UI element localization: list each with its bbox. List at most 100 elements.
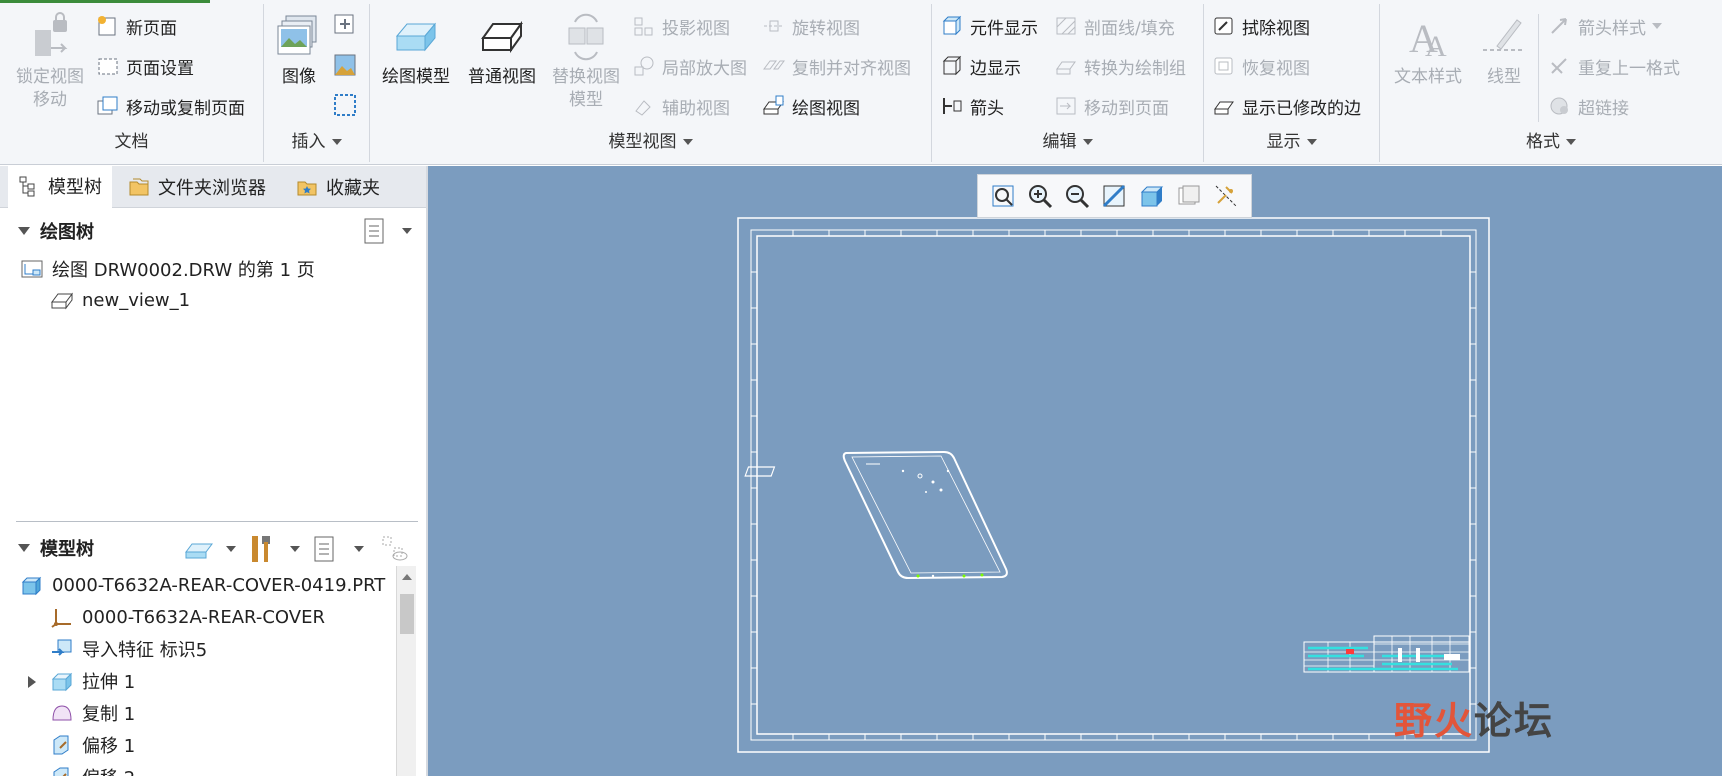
chevron-down-icon — [682, 139, 693, 145]
scrollbar-thumb[interactable] — [400, 594, 414, 634]
model-tree-copy[interactable]: 复制 1 — [50, 698, 135, 728]
model-tree-scrollbar[interactable] — [396, 566, 416, 776]
drawing-tree-item-view[interactable]: new_view_1 — [50, 285, 190, 315]
collapse-icon — [18, 544, 30, 552]
copy-align-view-button[interactable]: 复制并对齐视图 — [762, 52, 911, 80]
offset-icon — [53, 767, 69, 776]
zoom-in-icon[interactable] — [1027, 183, 1053, 209]
tools-icon[interactable] — [248, 534, 276, 564]
refit-icon[interactable] — [990, 183, 1016, 209]
model-tree-root[interactable]: 0000-T6632A-REAR-COVER-0419.PRT — [20, 570, 385, 600]
move-to-page-icon — [1056, 97, 1076, 115]
drawing-tree-header[interactable]: 绘图树 — [18, 216, 94, 246]
tab-model-tree[interactable]: 模型树 — [8, 166, 112, 208]
group-document: 锁定视图 移动 新页面 页面设置 移动或复制页面 文档 — [0, 4, 264, 162]
tree-settings-icon[interactable] — [362, 216, 388, 246]
part-view[interactable] — [744, 450, 1008, 580]
ribbon: 锁定视图 移动 新页面 页面设置 移动或复制页面 文档 图像 插入 绘图模型 普… — [0, 0, 1722, 165]
general-view-button[interactable]: 普通视图 — [462, 12, 542, 89]
title-block[interactable] — [1303, 635, 1470, 673]
arrow-style-button[interactable]: 箭头样式 — [1548, 12, 1662, 40]
chevron-down-icon[interactable] — [402, 228, 412, 234]
group-label-model-views[interactable]: 模型视图 — [370, 127, 931, 152]
new-page-icon — [98, 16, 116, 36]
panel-splitter[interactable] — [16, 521, 418, 522]
collapse-icon — [18, 227, 30, 235]
component-display-button[interactable]: 元件显示 — [940, 12, 1038, 40]
tree-settings-icon[interactable] — [312, 534, 338, 564]
datum-display-icon[interactable] — [1213, 183, 1239, 209]
model-tree-import-feature[interactable]: 导入特征 标识5 — [50, 634, 207, 664]
model-tree-header[interactable]: 模型树 — [18, 533, 94, 563]
graphics-area[interactable] — [428, 166, 1722, 776]
model-tree-offset-1[interactable]: 偏移 1 — [50, 730, 135, 760]
group-label-display[interactable]: 显示 — [1204, 127, 1379, 152]
group-label-insert[interactable]: 插入 — [264, 127, 369, 152]
copy-align-view-icon — [763, 60, 785, 70]
resume-view-button[interactable]: 恢复视图 — [1212, 52, 1310, 80]
chevron-down-icon[interactable] — [290, 546, 300, 552]
image-button[interactable]: 图像 — [268, 12, 330, 89]
page-setup-button[interactable]: 页面设置 — [96, 52, 194, 80]
model-tree-csys[interactable]: 0000-T6632A-REAR-COVER — [50, 602, 325, 632]
drawing-sheet[interactable] — [428, 166, 1722, 776]
line-style-button[interactable]: 线型 — [1472, 12, 1536, 89]
revolved-view-button[interactable]: 旋转视图 — [762, 12, 860, 40]
show-modified-edges-button[interactable]: 显示已修改的边 — [1212, 92, 1361, 120]
chevron-down-icon[interactable] — [354, 546, 364, 552]
offset-icon — [53, 735, 69, 755]
arrow-style-icon — [1551, 18, 1567, 34]
expand-icon[interactable] — [28, 676, 36, 688]
sheet-layers-icon[interactable] — [1176, 183, 1202, 209]
zoom-out-icon[interactable] — [1064, 183, 1090, 209]
general-view-icon — [51, 292, 73, 310]
replace-view-model-button[interactable]: 替换视图 模型 — [546, 12, 626, 112]
panel-tabs: 模型树 文件夹浏览器 收藏夹 — [0, 166, 426, 208]
active-tab-indicator — [0, 0, 210, 3]
component-display-icon — [942, 15, 962, 36]
model-tree-offset-2[interactable]: 偏移 2 — [50, 762, 135, 776]
model-tree-extrude[interactable]: 拉伸 1 — [50, 666, 135, 696]
show-hidden-icon[interactable] — [380, 534, 410, 564]
drawing-tree-item-page[interactable]: 绘图 DRW0002.DRW 的第 1 页 — [20, 254, 315, 284]
resume-view-icon — [1214, 57, 1233, 75]
repaint-icon[interactable] — [1101, 183, 1127, 209]
projection-view-button[interactable]: 投影视图 — [632, 12, 730, 40]
frame-zone-ticks — [751, 230, 1476, 740]
text-style-button[interactable]: A A 文本样式 — [1388, 12, 1468, 89]
edge-display-button[interactable]: 边显示 — [940, 52, 1021, 80]
lock-view-move-button[interactable]: 锁定视图 移动 — [10, 12, 90, 112]
new-page-button[interactable]: 新页面 — [96, 12, 177, 40]
detailed-view-icon — [634, 56, 654, 76]
group-label-edit[interactable]: 编辑 — [932, 127, 1203, 152]
move-to-page-button[interactable]: 移动到页面 — [1054, 92, 1169, 120]
detailed-view-button[interactable]: 局部放大图 — [632, 52, 747, 80]
arrow-button[interactable]: 箭头 — [940, 92, 1004, 120]
scroll-up-icon[interactable] — [402, 574, 412, 580]
repeat-last-format-button[interactable]: 重复上一格式 — [1548, 52, 1680, 80]
tab-favorites[interactable]: 收藏夹 — [286, 166, 390, 208]
convert-draw-group-button[interactable]: 转换为绘制组 — [1054, 52, 1186, 80]
chevron-down-icon[interactable] — [226, 546, 236, 552]
insert-frame-icon[interactable] — [332, 92, 358, 118]
hatch-fill-button[interactable]: 剖面线/填充 — [1054, 12, 1175, 40]
graphics-toolbar — [977, 174, 1252, 218]
drawing-page-icon — [21, 260, 43, 278]
erase-view-button[interactable]: 拭除视图 — [1212, 12, 1310, 40]
display-style-icon[interactable] — [1139, 183, 1165, 209]
model-display-icon[interactable] — [182, 536, 214, 562]
line-style-icon — [1483, 19, 1525, 51]
hyperlink-button[interactable]: 超链接 — [1548, 92, 1629, 120]
group-label-format[interactable]: 格式 — [1380, 127, 1722, 152]
move-copy-page-icon — [97, 96, 118, 115]
hatch-icon — [1056, 17, 1076, 35]
text-style-icon: A A — [1409, 16, 1447, 62]
projection-view-icon — [634, 17, 653, 36]
drawing-model-button[interactable]: 绘图模型 — [376, 12, 456, 89]
insert-picture-icon[interactable] — [332, 52, 358, 78]
move-copy-page-button[interactable]: 移动或复制页面 — [96, 92, 245, 120]
drawing-view-button[interactable]: 绘图视图 — [762, 92, 860, 120]
tab-folder-browser[interactable]: 文件夹浏览器 — [118, 166, 276, 208]
auxiliary-view-button[interactable]: 辅助视图 — [632, 92, 730, 120]
insert-object-icon[interactable] — [332, 12, 358, 38]
